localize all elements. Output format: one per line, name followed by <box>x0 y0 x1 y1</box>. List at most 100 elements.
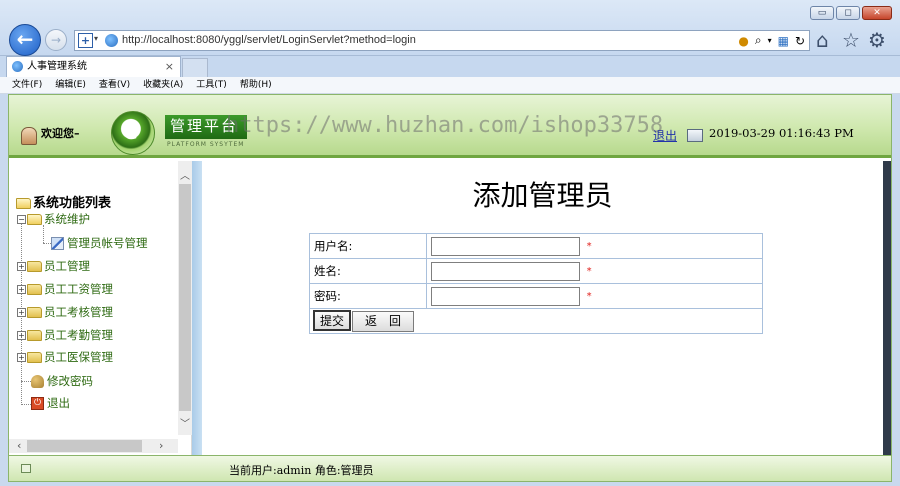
scroll-right-icon[interactable]: › <box>159 439 163 452</box>
menu-edit[interactable]: 编辑(E) <box>55 77 86 93</box>
folder-icon <box>27 261 42 272</box>
required-mark: * <box>586 290 592 302</box>
menu-tools[interactable]: 工具(T) <box>196 77 227 93</box>
folder-open-icon <box>16 198 31 209</box>
user-icon <box>21 127 37 145</box>
search-icon[interactable]: ⌕ <box>755 33 762 48</box>
sidebar-item-attendance[interactable]: + 员工考勤管理 <box>17 328 113 343</box>
tab-title: 人事管理系统 <box>27 61 87 72</box>
name-input[interactable] <box>431 261 580 281</box>
expand-icon[interactable]: + <box>17 262 26 271</box>
scroll-up-icon[interactable]: ︿ <box>180 167 190 182</box>
logo-subtitle: PLATFORM SYSYTEM <box>167 141 245 148</box>
frame-right-edge <box>883 161 891 455</box>
tab-strip: 人事管理系统 × <box>0 56 900 77</box>
form-row: 密码: * <box>309 283 763 309</box>
power-icon: ⏻ <box>31 397 44 410</box>
name-label: 姓名: <box>309 258 427 284</box>
menu-help[interactable]: 帮助(H) <box>240 77 272 93</box>
address-bar[interactable]: + ▾ http://localhost:8080/yggl/servlet/L… <box>74 30 810 51</box>
app-frame: 欢迎您– e 管理平台 PLATFORM SYSYTEM https://www… <box>8 94 892 482</box>
sidebar-vertical-scrollbar[interactable]: ︿ ﹀ <box>178 161 192 435</box>
scrollbar-thumb[interactable] <box>27 440 142 452</box>
scroll-down-icon[interactable]: ﹀ <box>180 415 190 430</box>
add-site-icon[interactable]: + <box>78 33 93 48</box>
sidebar-horizontal-scrollbar[interactable]: ‹ › <box>9 439 178 453</box>
scroll-left-icon[interactable]: ‹ <box>17 439 21 452</box>
welcome-text: 欢迎您– <box>41 127 80 140</box>
menu-view[interactable]: 查看(V) <box>99 77 130 93</box>
refresh-icon[interactable]: ↻ <box>795 34 805 48</box>
sidebar-item-change-password[interactable]: 修改密码 <box>31 374 93 389</box>
tree-connector <box>43 243 51 244</box>
compat-view-icon[interactable]: ▦ <box>778 34 789 48</box>
sidebar-item-label: 员工考勤管理 <box>44 328 113 342</box>
sidebar-item-admin-accounts[interactable]: 管理员帐号管理 <box>51 236 148 251</box>
logout-link[interactable]: 退出 <box>653 127 677 144</box>
tab-active[interactable]: 人事管理系统 × <box>6 56 181 77</box>
close-window-button[interactable]: ✕ <box>862 6 892 20</box>
window-controls: ▭ ◻ ✕ <box>810 6 892 20</box>
watermark: https://www.huzhan.com/ishop33758 <box>226 113 664 138</box>
url-text[interactable]: http://localhost:8080/yggl/servlet/Login… <box>122 34 416 46</box>
sidebar-item-assessment[interactable]: + 员工考核管理 <box>17 305 113 320</box>
back-button[interactable]: 返 回 <box>352 311 415 332</box>
expand-icon[interactable]: + <box>17 285 26 294</box>
chevron-down-icon[interactable]: ▾ <box>768 36 772 45</box>
submit-button[interactable]: 提交 <box>313 310 352 331</box>
app-header: 欢迎您– e 管理平台 PLATFORM SYSYTEM https://www… <box>9 95 891 158</box>
current-datetime: 2019-03-29 01:16:43 PM <box>709 126 854 140</box>
maximize-button[interactable]: ◻ <box>836 6 860 20</box>
edit-pen-icon <box>51 237 64 250</box>
back-arrow-icon[interactable]: ← <box>9 24 41 56</box>
scrollbar-thumb[interactable] <box>179 184 191 411</box>
new-tab-button[interactable] <box>182 58 208 77</box>
folder-icon <box>27 330 42 341</box>
current-user-text: 当前用户:admin 角色:管理员 <box>229 464 374 477</box>
tree-root: 系统功能列表 <box>16 192 111 211</box>
status-bar: 当前用户:admin 角色:管理员 <box>9 455 891 481</box>
expand-icon[interactable]: + <box>17 353 26 362</box>
gear-icon[interactable]: ⚙ <box>868 28 886 52</box>
expand-icon[interactable]: + <box>17 331 26 340</box>
frame-divider[interactable] <box>192 161 202 455</box>
form-row: 提交返 回 <box>309 308 763 334</box>
password-label: 密码: <box>309 283 427 309</box>
collapse-icon[interactable]: − <box>17 215 26 224</box>
form-row: 用户名: * <box>309 233 763 259</box>
folder-open-icon <box>27 214 42 225</box>
menu-file[interactable]: 文件(F) <box>12 77 42 93</box>
folder-icon <box>27 284 42 295</box>
favorites-star-icon[interactable]: ☆ <box>842 28 860 52</box>
expand-icon[interactable]: + <box>17 308 26 317</box>
sidebar-item-system-maintenance[interactable]: − 系统维护 <box>17 212 90 227</box>
close-tab-icon[interactable]: × <box>165 57 174 76</box>
clock-icon <box>687 129 703 142</box>
page-globe-icon <box>105 34 118 47</box>
password-input[interactable] <box>431 286 580 306</box>
form-cell: * <box>426 258 763 284</box>
browser-titlebar: ▭ ◻ ✕ ← → + ▾ http://localhost:8080/yggl… <box>0 0 900 56</box>
sidebar-item-label: 管理员帐号管理 <box>67 236 148 250</box>
minimize-button[interactable]: ▭ <box>810 6 834 20</box>
main-content: 添加管理员 用户名: * 姓名: * 密码: * 提交 返 回 <box>202 161 883 455</box>
tree-root-label: 系统功能列表 <box>33 196 112 211</box>
sidebar-item-salary[interactable]: + 员工工资管理 <box>17 282 113 297</box>
menu-favorites[interactable]: 收藏夹(A) <box>143 77 183 93</box>
home-icon[interactable]: ⌂ <box>816 28 829 52</box>
compat-icon[interactable]: ● <box>738 34 748 48</box>
sidebar-item-label: 系统维护 <box>44 212 90 226</box>
sidebar: 系统功能列表 − 系统维护 管理员帐号管理 + 员工管理 + 员工工资管理 + 员工考核… <box>9 161 192 455</box>
sidebar-item-label: 员工工资管理 <box>44 282 113 296</box>
username-label: 用户名: <box>309 233 427 259</box>
required-mark: * <box>586 240 592 252</box>
tree-connector <box>43 225 44 243</box>
username-input[interactable] <box>431 236 580 256</box>
sidebar-item-logout[interactable]: ⏻ 退出 <box>31 396 70 411</box>
status-page-icon <box>21 464 31 473</box>
chevron-down-icon[interactable]: ▾ <box>94 34 98 43</box>
sidebar-item-employees[interactable]: + 员工管理 <box>17 259 90 274</box>
add-admin-form: 用户名: * 姓名: * 密码: * 提交 返 回 <box>309 233 763 334</box>
sidebar-item-medical[interactable]: + 员工医保管理 <box>17 350 113 365</box>
forward-arrow-icon[interactable]: → <box>45 29 67 51</box>
